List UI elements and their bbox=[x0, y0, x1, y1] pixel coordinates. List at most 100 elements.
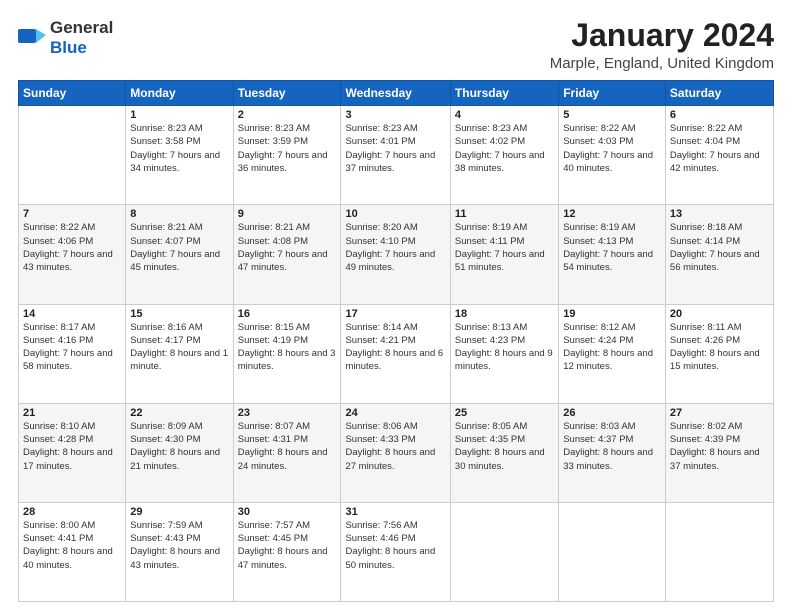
day-info: Sunrise: 8:11 AMSunset: 4:26 PMDaylight:… bbox=[670, 321, 769, 374]
logo-icon bbox=[18, 27, 48, 49]
week-row-2: 7Sunrise: 8:22 AMSunset: 4:06 PMDaylight… bbox=[19, 205, 774, 304]
header-row: SundayMondayTuesdayWednesdayThursdayFrid… bbox=[19, 81, 774, 106]
day-info: Sunrise: 8:22 AMSunset: 4:04 PMDaylight:… bbox=[670, 122, 769, 175]
day-cell: 22Sunrise: 8:09 AMSunset: 4:30 PMDayligh… bbox=[126, 403, 233, 502]
calendar-title: January 2024 bbox=[550, 18, 774, 53]
day-info: Sunrise: 7:57 AMSunset: 4:45 PMDaylight:… bbox=[238, 519, 337, 572]
day-info: Sunrise: 8:16 AMSunset: 4:17 PMDaylight:… bbox=[130, 321, 228, 374]
day-info: Sunrise: 8:22 AMSunset: 4:03 PMDaylight:… bbox=[563, 122, 661, 175]
day-number: 10 bbox=[345, 208, 445, 220]
title-block: January 2024 Marple, England, United Kin… bbox=[550, 18, 774, 72]
day-number: 2 bbox=[238, 109, 337, 121]
calendar-subtitle: Marple, England, United Kingdom bbox=[550, 55, 774, 72]
day-cell: 25Sunrise: 8:05 AMSunset: 4:35 PMDayligh… bbox=[450, 403, 558, 502]
day-cell: 31Sunrise: 7:56 AMSunset: 4:46 PMDayligh… bbox=[341, 502, 450, 601]
day-cell: 6Sunrise: 8:22 AMSunset: 4:04 PMDaylight… bbox=[665, 106, 773, 205]
day-number: 21 bbox=[23, 407, 121, 419]
day-number: 29 bbox=[130, 506, 228, 518]
day-info: Sunrise: 8:10 AMSunset: 4:28 PMDaylight:… bbox=[23, 420, 121, 473]
day-number: 17 bbox=[345, 308, 445, 320]
day-number: 5 bbox=[563, 109, 661, 121]
day-number: 9 bbox=[238, 208, 337, 220]
day-cell bbox=[19, 106, 126, 205]
header-day-friday: Friday bbox=[559, 81, 666, 106]
day-info: Sunrise: 8:06 AMSunset: 4:33 PMDaylight:… bbox=[345, 420, 445, 473]
day-number: 6 bbox=[670, 109, 769, 121]
day-cell: 30Sunrise: 7:57 AMSunset: 4:45 PMDayligh… bbox=[233, 502, 341, 601]
day-number: 14 bbox=[23, 308, 121, 320]
day-info: Sunrise: 8:07 AMSunset: 4:31 PMDaylight:… bbox=[238, 420, 337, 473]
day-info: Sunrise: 8:23 AMSunset: 3:59 PMDaylight:… bbox=[238, 122, 337, 175]
day-cell: 7Sunrise: 8:22 AMSunset: 4:06 PMDaylight… bbox=[19, 205, 126, 304]
day-info: Sunrise: 8:21 AMSunset: 4:08 PMDaylight:… bbox=[238, 221, 337, 274]
header-day-sunday: Sunday bbox=[19, 81, 126, 106]
day-cell: 23Sunrise: 8:07 AMSunset: 4:31 PMDayligh… bbox=[233, 403, 341, 502]
logo-blue: Blue bbox=[50, 38, 87, 57]
header-day-monday: Monday bbox=[126, 81, 233, 106]
day-cell: 14Sunrise: 8:17 AMSunset: 4:16 PMDayligh… bbox=[19, 304, 126, 403]
day-number: 19 bbox=[563, 308, 661, 320]
logo: General Blue bbox=[18, 18, 113, 58]
week-row-1: 1Sunrise: 8:23 AMSunset: 3:58 PMDaylight… bbox=[19, 106, 774, 205]
day-info: Sunrise: 8:23 AMSunset: 3:58 PMDaylight:… bbox=[130, 122, 228, 175]
day-number: 27 bbox=[670, 407, 769, 419]
day-number: 1 bbox=[130, 109, 228, 121]
day-cell: 26Sunrise: 8:03 AMSunset: 4:37 PMDayligh… bbox=[559, 403, 666, 502]
day-info: Sunrise: 8:02 AMSunset: 4:39 PMDaylight:… bbox=[670, 420, 769, 473]
day-cell: 17Sunrise: 8:14 AMSunset: 4:21 PMDayligh… bbox=[341, 304, 450, 403]
day-info: Sunrise: 8:19 AMSunset: 4:11 PMDaylight:… bbox=[455, 221, 554, 274]
day-number: 15 bbox=[130, 308, 228, 320]
day-cell: 4Sunrise: 8:23 AMSunset: 4:02 PMDaylight… bbox=[450, 106, 558, 205]
day-cell: 15Sunrise: 8:16 AMSunset: 4:17 PMDayligh… bbox=[126, 304, 233, 403]
day-number: 4 bbox=[455, 109, 554, 121]
week-row-3: 14Sunrise: 8:17 AMSunset: 4:16 PMDayligh… bbox=[19, 304, 774, 403]
day-info: Sunrise: 8:23 AMSunset: 4:02 PMDaylight:… bbox=[455, 122, 554, 175]
day-number: 22 bbox=[130, 407, 228, 419]
calendar-page: General Blue January 2024 Marple, Englan… bbox=[0, 0, 792, 612]
day-info: Sunrise: 8:05 AMSunset: 4:35 PMDaylight:… bbox=[455, 420, 554, 473]
day-cell bbox=[665, 502, 773, 601]
day-cell: 8Sunrise: 8:21 AMSunset: 4:07 PMDaylight… bbox=[126, 205, 233, 304]
calendar-table: SundayMondayTuesdayWednesdayThursdayFrid… bbox=[18, 80, 774, 602]
day-info: Sunrise: 8:09 AMSunset: 4:30 PMDaylight:… bbox=[130, 420, 228, 473]
day-cell: 18Sunrise: 8:13 AMSunset: 4:23 PMDayligh… bbox=[450, 304, 558, 403]
day-info: Sunrise: 8:17 AMSunset: 4:16 PMDaylight:… bbox=[23, 321, 121, 374]
day-cell bbox=[450, 502, 558, 601]
day-cell: 12Sunrise: 8:19 AMSunset: 4:13 PMDayligh… bbox=[559, 205, 666, 304]
day-cell: 13Sunrise: 8:18 AMSunset: 4:14 PMDayligh… bbox=[665, 205, 773, 304]
day-info: Sunrise: 8:13 AMSunset: 4:23 PMDaylight:… bbox=[455, 321, 554, 374]
day-number: 23 bbox=[238, 407, 337, 419]
day-cell bbox=[559, 502, 666, 601]
day-cell: 5Sunrise: 8:22 AMSunset: 4:03 PMDaylight… bbox=[559, 106, 666, 205]
day-number: 24 bbox=[345, 407, 445, 419]
day-cell: 3Sunrise: 8:23 AMSunset: 4:01 PMDaylight… bbox=[341, 106, 450, 205]
week-row-5: 28Sunrise: 8:00 AMSunset: 4:41 PMDayligh… bbox=[19, 502, 774, 601]
header-day-tuesday: Tuesday bbox=[233, 81, 341, 106]
day-cell: 21Sunrise: 8:10 AMSunset: 4:28 PMDayligh… bbox=[19, 403, 126, 502]
day-info: Sunrise: 7:59 AMSunset: 4:43 PMDaylight:… bbox=[130, 519, 228, 572]
day-number: 11 bbox=[455, 208, 554, 220]
header-day-wednesday: Wednesday bbox=[341, 81, 450, 106]
day-number: 16 bbox=[238, 308, 337, 320]
header-day-saturday: Saturday bbox=[665, 81, 773, 106]
day-info: Sunrise: 8:23 AMSunset: 4:01 PMDaylight:… bbox=[345, 122, 445, 175]
day-cell: 9Sunrise: 8:21 AMSunset: 4:08 PMDaylight… bbox=[233, 205, 341, 304]
day-cell: 20Sunrise: 8:11 AMSunset: 4:26 PMDayligh… bbox=[665, 304, 773, 403]
day-info: Sunrise: 8:14 AMSunset: 4:21 PMDaylight:… bbox=[345, 321, 445, 374]
day-cell: 27Sunrise: 8:02 AMSunset: 4:39 PMDayligh… bbox=[665, 403, 773, 502]
day-info: Sunrise: 8:18 AMSunset: 4:14 PMDaylight:… bbox=[670, 221, 769, 274]
day-cell: 29Sunrise: 7:59 AMSunset: 4:43 PMDayligh… bbox=[126, 502, 233, 601]
day-cell: 19Sunrise: 8:12 AMSunset: 4:24 PMDayligh… bbox=[559, 304, 666, 403]
day-number: 8 bbox=[130, 208, 228, 220]
day-number: 18 bbox=[455, 308, 554, 320]
day-cell: 10Sunrise: 8:20 AMSunset: 4:10 PMDayligh… bbox=[341, 205, 450, 304]
day-info: Sunrise: 8:20 AMSunset: 4:10 PMDaylight:… bbox=[345, 221, 445, 274]
week-row-4: 21Sunrise: 8:10 AMSunset: 4:28 PMDayligh… bbox=[19, 403, 774, 502]
day-info: Sunrise: 8:19 AMSunset: 4:13 PMDaylight:… bbox=[563, 221, 661, 274]
day-number: 26 bbox=[563, 407, 661, 419]
day-info: Sunrise: 8:22 AMSunset: 4:06 PMDaylight:… bbox=[23, 221, 121, 274]
day-number: 30 bbox=[238, 506, 337, 518]
day-cell: 11Sunrise: 8:19 AMSunset: 4:11 PMDayligh… bbox=[450, 205, 558, 304]
day-info: Sunrise: 8:03 AMSunset: 4:37 PMDaylight:… bbox=[563, 420, 661, 473]
day-info: Sunrise: 8:12 AMSunset: 4:24 PMDaylight:… bbox=[563, 321, 661, 374]
